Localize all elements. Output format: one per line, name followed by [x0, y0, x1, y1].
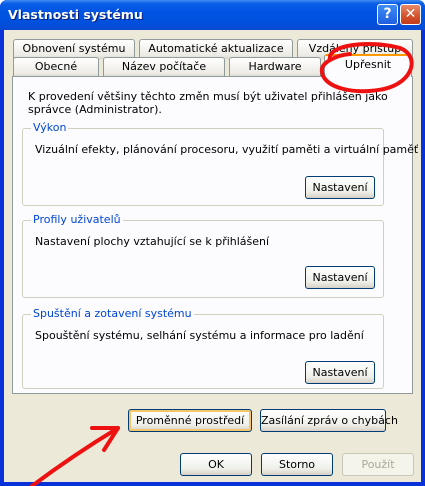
cancel-button[interactable]: Storno	[261, 453, 333, 476]
group-profiles-title: Profily uživatelů	[31, 213, 123, 226]
startup-settings-label: Nastavení	[312, 366, 368, 379]
group-profiles-text: Nastavení plochy vztahující se k přihláš…	[35, 235, 270, 248]
tab-advanced[interactable]: Upřesnit	[324, 54, 412, 77]
window-title: Vlastnosti systému	[8, 7, 143, 22]
profiles-settings-label: Nastavení	[312, 271, 368, 284]
group-performance-title: Výkon	[31, 121, 69, 134]
group-startup-text: Spouštění systému, selhání systému a inf…	[35, 329, 364, 342]
tab-computer-name[interactable]: Název počítače	[103, 57, 225, 77]
ok-button[interactable]: OK	[180, 453, 252, 476]
admin-notice: K provedení většiny těchto změn musí být…	[28, 90, 388, 116]
group-performance-text: Vizuální efekty, plánování procesoru, vy…	[35, 143, 419, 156]
help-button[interactable]: ?	[377, 4, 398, 25]
error-reporting-button[interactable]: Zasílání zpráv o chybách	[260, 409, 398, 432]
performance-settings-button[interactable]: Nastavení	[305, 176, 375, 199]
startup-settings-button[interactable]: Nastavení	[305, 361, 375, 384]
ok-label: OK	[208, 458, 224, 471]
apply-label: Použít	[361, 458, 395, 471]
environment-variables-label: Proměnné prostředí	[135, 414, 245, 427]
performance-settings-label: Nastavení	[312, 181, 368, 194]
tab-general[interactable]: Obecné	[13, 57, 99, 77]
title-bar[interactable]: Vlastnosti systému ? ✕	[0, 0, 425, 30]
tab-system-restore[interactable]: Obnovení systému	[13, 39, 135, 59]
tab-automatic-updates[interactable]: Automatické aktualizace	[139, 39, 293, 59]
tab-hardware[interactable]: Hardware	[229, 57, 321, 77]
apply-button[interactable]: Použít	[342, 453, 414, 476]
error-reporting-label: Zasílání zpráv o chybách	[261, 414, 398, 427]
close-button[interactable]: ✕	[400, 4, 421, 25]
cancel-label: Storno	[278, 458, 316, 471]
environment-variables-button[interactable]: Proměnné prostředí	[128, 409, 252, 432]
profiles-settings-button[interactable]: Nastavení	[305, 266, 375, 289]
group-startup-title: Spuštění a zotavení systému	[31, 307, 194, 320]
